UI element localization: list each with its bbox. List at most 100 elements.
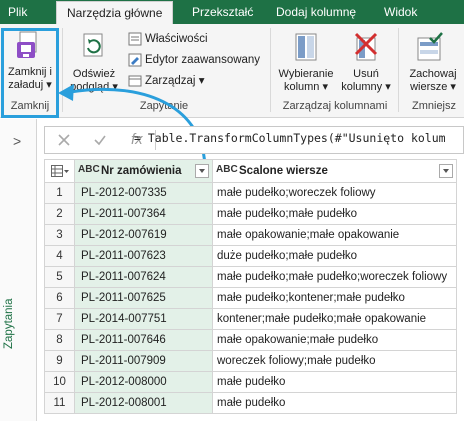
group-label-manage-columns: Zarządzaj kolumnami xyxy=(282,100,388,112)
queries-pane: > Zapytania xyxy=(0,119,37,421)
properties-button[interactable]: Właściwości xyxy=(128,31,208,48)
ribbon: Zamknij i załaduj ▾ Zamknij Odśwież podg… xyxy=(0,24,464,118)
choose-columns-label-2: kolumn xyxy=(283,81,320,93)
keep-rows-icon xyxy=(417,32,443,61)
remove-columns-label-1: Usuń xyxy=(353,68,379,80)
chevron-down-icon: ▾ xyxy=(319,81,329,93)
column-header-label: Scalone wiersze xyxy=(239,164,328,177)
manage-label: Zarządzaj xyxy=(145,75,196,87)
table-icon xyxy=(51,164,69,177)
text-type-icon[interactable]: ABC xyxy=(216,164,238,175)
row-number: 1 xyxy=(44,182,75,204)
table-row[interactable]: 2 PL-2011-007364 małe pudełko;małe pudełko xyxy=(44,203,457,225)
data-grid: ABC Nr zamówienia ABC Scalone wiersze 1P… xyxy=(44,159,457,414)
cell-merged-rows[interactable]: małe pudełko;woreczek foliowy xyxy=(212,182,457,204)
column-header-label: Nr zamówienia xyxy=(101,164,182,177)
column-header-order-number[interactable]: ABC Nr zamówienia xyxy=(74,159,213,183)
cell-merged-rows[interactable]: małe opakowanie;małe opakowanie xyxy=(212,224,457,246)
confirm-icon[interactable] xyxy=(93,133,107,147)
cell-merged-rows[interactable]: małe pudełko;małe pudełko;woreczek folio… xyxy=(212,266,457,288)
group-separator xyxy=(62,28,63,112)
group-label-reduce: Zmniejsz xyxy=(412,100,457,112)
manage-icon xyxy=(128,75,142,87)
cell-order-number[interactable]: PL-2012-007619 xyxy=(74,224,213,246)
cell-order-number[interactable]: PL-2011-007364 xyxy=(74,203,213,225)
cell-order-number[interactable]: PL-2014-007751 xyxy=(74,308,213,330)
tab-view[interactable]: Widok xyxy=(384,0,417,24)
row-number: 7 xyxy=(44,308,75,330)
cell-order-number[interactable]: PL-2012-007335 xyxy=(74,182,213,204)
keep-rows-label-2: wiersze xyxy=(410,81,448,93)
table-row[interactable]: 6 PL-2011-007625 małe pudełko;kontener;mał… xyxy=(44,287,457,309)
tab-home[interactable]: Narzędzia główne xyxy=(56,1,174,24)
row-number: 10 xyxy=(44,371,75,393)
table-row[interactable]: 3 PL-2012-007619 małe opakowanie;małe opak… xyxy=(44,224,457,246)
filter-dropdown-icon[interactable] xyxy=(195,163,209,178)
table-row[interactable]: 11 PL-2012-008001 małe pudełko xyxy=(44,392,457,414)
table-row[interactable]: 1 PL-2012-007335 małe pudełko;woreczek fol… xyxy=(44,182,457,204)
table-row[interactable]: 7 PL-2014-007751 kontener;małe pudełko;mał… xyxy=(44,308,457,330)
advanced-editor-button[interactable]: Edytor zaawansowany xyxy=(128,52,260,69)
cell-merged-rows[interactable]: małe pudełko;małe pudełko xyxy=(212,203,457,225)
cell-order-number[interactable]: PL-2011-007623 xyxy=(74,245,213,267)
chevron-down-icon: ▾ xyxy=(109,81,118,93)
cell-merged-rows[interactable]: kontener;małe pudełko;małe opakowanie xyxy=(212,308,457,330)
cancel-icon[interactable] xyxy=(57,133,71,147)
refresh-label-2: podgląd xyxy=(70,81,110,93)
cell-merged-rows[interactable]: duże pudełko;małe pudełko xyxy=(212,245,457,267)
table-row[interactable]: 9 PL-2011-007909 woreczek foliowy;małe pud… xyxy=(44,350,457,372)
refresh-preview-button[interactable]: Odśwież podgląd ▾ xyxy=(64,28,124,96)
chevron-down-icon: ▾ xyxy=(195,75,205,87)
row-number: 5 xyxy=(44,266,75,288)
cell-merged-rows[interactable]: małe pudełko xyxy=(212,392,457,414)
text-type-icon[interactable]: ABC xyxy=(78,164,100,175)
chevron-down-icon: ▾ xyxy=(382,81,391,93)
choose-columns-label-1: Wybieranie xyxy=(278,68,334,80)
column-header-merged-rows[interactable]: ABC Scalone wiersze xyxy=(212,159,457,183)
cell-order-number[interactable]: PL-2011-007646 xyxy=(74,329,213,351)
cell-order-number[interactable]: PL-2011-007909 xyxy=(74,350,213,372)
remove-columns-icon xyxy=(354,32,378,61)
cell-merged-rows[interactable]: małe pudełko;kontener;małe pudełko xyxy=(212,287,457,309)
filter-dropdown-icon[interactable] xyxy=(439,163,453,178)
remove-columns-label-2: kolumny xyxy=(341,81,383,93)
cell-order-number[interactable]: PL-2011-007625 xyxy=(74,287,213,309)
row-number: 8 xyxy=(44,329,75,351)
close-load-highlight xyxy=(1,28,59,118)
refresh-label-1: Odśwież xyxy=(72,68,116,80)
formula-input[interactable]: = Table.TransformColumnTypes(#"Usunięto … xyxy=(134,131,464,145)
advanced-editor-icon xyxy=(128,53,142,67)
remove-columns-button[interactable]: Usuń kolumny ▾ xyxy=(340,28,392,96)
table-row[interactable]: 8 PL-2011-007646 małe opakowanie;małe pude… xyxy=(44,329,457,351)
table-row[interactable]: 4 PL-2011-007623 duże pudełko;małe pudełko xyxy=(44,245,457,267)
row-number: 6 xyxy=(44,287,75,309)
table-row[interactable]: 5 PL-2011-007624 małe pudełko;małe pudełko… xyxy=(44,266,457,288)
cell-order-number[interactable]: PL-2011-007624 xyxy=(74,266,213,288)
cell-merged-rows[interactable]: małe opakowanie;małe pudełko xyxy=(212,329,457,351)
refresh-icon xyxy=(83,33,103,57)
manage-button[interactable]: Zarządzaj ▾ xyxy=(128,73,204,90)
group-separator xyxy=(270,28,271,112)
properties-label: Właściwości xyxy=(145,33,208,45)
tab-transform[interactable]: Przekształć xyxy=(192,0,253,24)
row-number: 4 xyxy=(44,245,75,267)
tab-file[interactable]: Plik xyxy=(8,0,27,24)
table-row[interactable]: 10 PL-2012-008000 małe pudełko xyxy=(44,371,457,393)
chevron-down-icon: ▾ xyxy=(447,81,456,93)
choose-columns-icon xyxy=(295,33,317,61)
queries-pane-label: Zapytania xyxy=(3,298,15,349)
cell-order-number[interactable]: PL-2012-008001 xyxy=(74,392,213,414)
cell-order-number[interactable]: PL-2012-008000 xyxy=(74,371,213,393)
row-number: 2 xyxy=(44,203,75,225)
expand-queries-chevron-icon[interactable]: > xyxy=(13,133,21,149)
table-menu-button[interactable] xyxy=(44,159,75,183)
group-separator xyxy=(398,28,399,112)
choose-columns-button[interactable]: Wybieranie kolumn ▾ xyxy=(274,28,338,96)
cell-merged-rows[interactable]: małe pudełko xyxy=(212,371,457,393)
group-label-query: Zapytanie xyxy=(139,100,189,112)
row-number: 11 xyxy=(44,392,75,414)
cell-merged-rows[interactable]: woreczek foliowy;małe pudełko xyxy=(212,350,457,372)
tab-add-column[interactable]: Dodaj kolumnę xyxy=(276,0,356,24)
keep-rows-button[interactable]: Zachowaj wiersze ▾ xyxy=(402,28,464,96)
properties-icon xyxy=(128,32,142,46)
